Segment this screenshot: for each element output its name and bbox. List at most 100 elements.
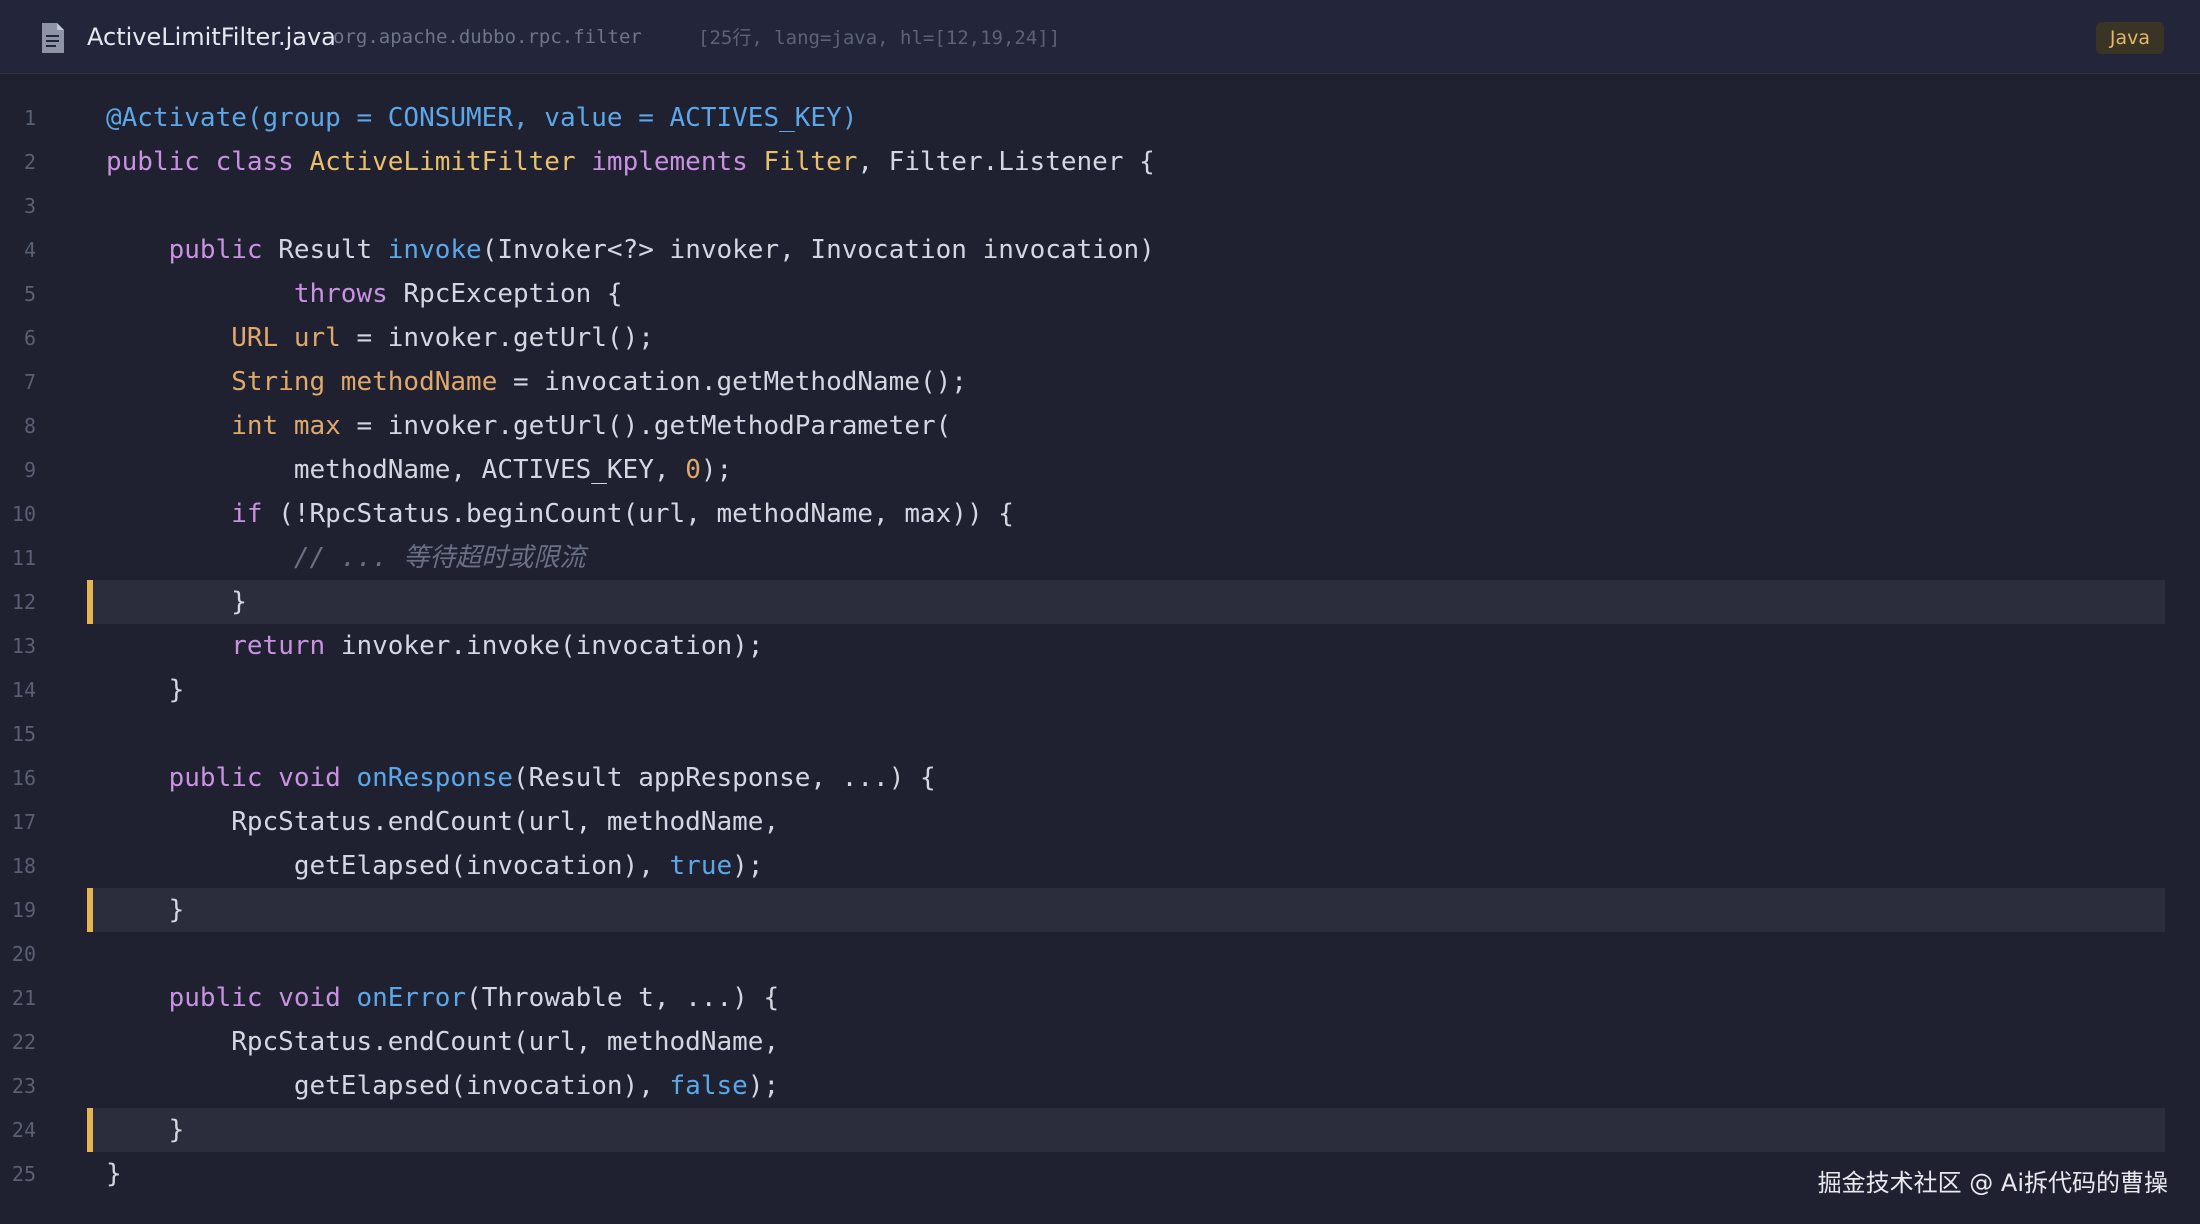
line-number: 23 <box>11 1074 36 1098</box>
highlight-marker <box>87 1108 93 1152</box>
code-token: // ... 等待超时或限流 <box>293 543 586 573</box>
code-line: 18 getElapsed(invocation), true); <box>0 844 2200 888</box>
code-text: String methodName = invocation.getMethod… <box>106 360 967 404</box>
line-number: 20 <box>11 942 36 966</box>
code-text: @Activate(group = CONSUMER, value = ACTI… <box>106 96 857 140</box>
code-token: implements <box>591 147 764 177</box>
code-token: getElapsed(invocation), <box>106 851 670 881</box>
code-token: (Result appResponse, ...) { <box>513 763 936 793</box>
code-line: 2 public class ActiveLimitFilter implemen… <box>0 140 2200 184</box>
file-icon <box>42 23 64 53</box>
code-token: } <box>106 675 185 705</box>
code-token: , Filter.Listener { <box>857 147 1155 177</box>
code-line: 6 URL url = invoker.getUrl(); <box>0 316 2200 360</box>
code-view: 1 @Activate(group = CONSUMER, value = ACT… <box>0 96 2200 1196</box>
code-token: (!RpcStatus.beginCount(url, methodName, … <box>278 499 1014 529</box>
line-number: 14 <box>11 678 36 702</box>
language-badge: Java <box>2095 22 2164 54</box>
code-token: RpcException { <box>403 279 623 309</box>
code-token: int max <box>231 411 341 441</box>
code-token: ); <box>700 455 733 485</box>
line-number: 24 <box>11 1118 36 1142</box>
code-token: } <box>106 1159 122 1189</box>
code-token: true <box>669 851 733 881</box>
code-token: ); <box>732 851 764 881</box>
line-number: 5 <box>23 282 36 306</box>
highlight-background <box>87 888 2165 932</box>
code-token: methodName, ACTIVES_KEY, <box>106 455 686 485</box>
code-token: public void <box>168 763 357 793</box>
code-line: 10 if (!RpcStatus.beginCount(url, method… <box>0 492 2200 536</box>
code-text: throws RpcException { <box>106 272 623 316</box>
line-number: 1 <box>23 106 36 130</box>
code-token: 0 <box>685 455 701 485</box>
file-name: ActiveLimitFilter.java <box>87 23 336 51</box>
code-line: 14 } <box>0 668 2200 712</box>
line-number: 22 <box>11 1030 36 1054</box>
code-text: RpcStatus.endCount(url, methodName, <box>106 800 779 844</box>
code-line: 13 return invoker.invoke(invocation); <box>0 624 2200 668</box>
code-token: = invoker.getUrl(); <box>340 323 654 353</box>
code-line: 21 public void onError(Throwable t, ...)… <box>0 976 2200 1020</box>
code-text: getElapsed(invocation), true); <box>106 844 764 888</box>
code-text: public class ActiveLimitFilter implement… <box>106 140 1155 184</box>
code-token: RpcStatus.endCount(url, methodName, <box>106 807 780 837</box>
highlight-background <box>87 1108 2165 1152</box>
code-text: // ... 等待超时或限流 <box>106 536 586 580</box>
line-number: 19 <box>11 898 36 922</box>
line-number: 4 <box>23 238 36 262</box>
code-line: 16 public void onResponse(Result appResp… <box>0 756 2200 800</box>
code-text: int max = invoker.getUrl().getMethodPara… <box>106 404 951 448</box>
code-line: 4 public Result invoke(Invoker<?> invoke… <box>0 228 2200 272</box>
code-token: (Invoker<?> invoker, Invocation invocati… <box>481 235 1155 265</box>
code-line: 19 } <box>0 888 2200 932</box>
line-number: 10 <box>11 502 36 526</box>
editor-header: ActiveLimitFilter.java org.apache.dubbo.… <box>0 0 2200 74</box>
code-token: = invocation.getMethodName(); <box>497 367 967 397</box>
code-line: 24 } <box>0 1108 2200 1152</box>
code-token: } <box>106 587 247 617</box>
code-token: invoke <box>387 235 482 265</box>
line-number: 15 <box>11 722 36 746</box>
code-text: } <box>106 1152 122 1196</box>
line-number: 8 <box>23 414 36 438</box>
line-number: 3 <box>23 194 36 218</box>
code-line: 23 getElapsed(invocation), false); <box>0 1064 2200 1108</box>
file-meta: [25行, lang=java, hl=[12,19,24]] <box>698 27 1061 49</box>
code-token: public void <box>168 983 357 1013</box>
line-number: 21 <box>11 986 36 1010</box>
line-number: 11 <box>11 546 36 570</box>
code-line: 17 RpcStatus.endCount(url, methodName, <box>0 800 2200 844</box>
code-text: public void onResponse(Result appRespons… <box>106 756 936 800</box>
code-line: 5 throws RpcException { <box>0 272 2200 316</box>
code-text: RpcStatus.endCount(url, methodName, <box>106 1020 779 1064</box>
code-token: invoker.invoke(invocation); <box>340 631 764 661</box>
code-line: 12 } <box>0 580 2200 624</box>
line-number: 12 <box>11 590 36 614</box>
code-line: 1 @Activate(group = CONSUMER, value = ACT… <box>0 96 2200 140</box>
code-text: URL url = invoker.getUrl(); <box>106 316 654 360</box>
line-number: 13 <box>11 634 36 658</box>
code-token: String methodName <box>231 367 498 397</box>
code-token: URL url <box>231 323 341 353</box>
code-line: 8 int max = invoker.getUrl().getMethodPa… <box>0 404 2200 448</box>
code-line: 9 methodName, ACTIVES_KEY, 0); <box>0 448 2200 492</box>
code-token: throws <box>293 279 404 309</box>
code-token: (Throwable t, ...) { <box>466 983 780 1013</box>
code-token: onError <box>356 983 467 1013</box>
code-token: = invoker.getUrl().getMethodParameter( <box>340 411 952 441</box>
code-line: 11 // ... 等待超时或限流 <box>0 536 2200 580</box>
code-text: public void onError(Throwable t, ...) { <box>106 976 780 1020</box>
code-token: } <box>106 895 185 925</box>
line-number: 9 <box>23 458 36 482</box>
code-text: } <box>106 580 247 624</box>
code-token: Filter <box>763 147 858 177</box>
